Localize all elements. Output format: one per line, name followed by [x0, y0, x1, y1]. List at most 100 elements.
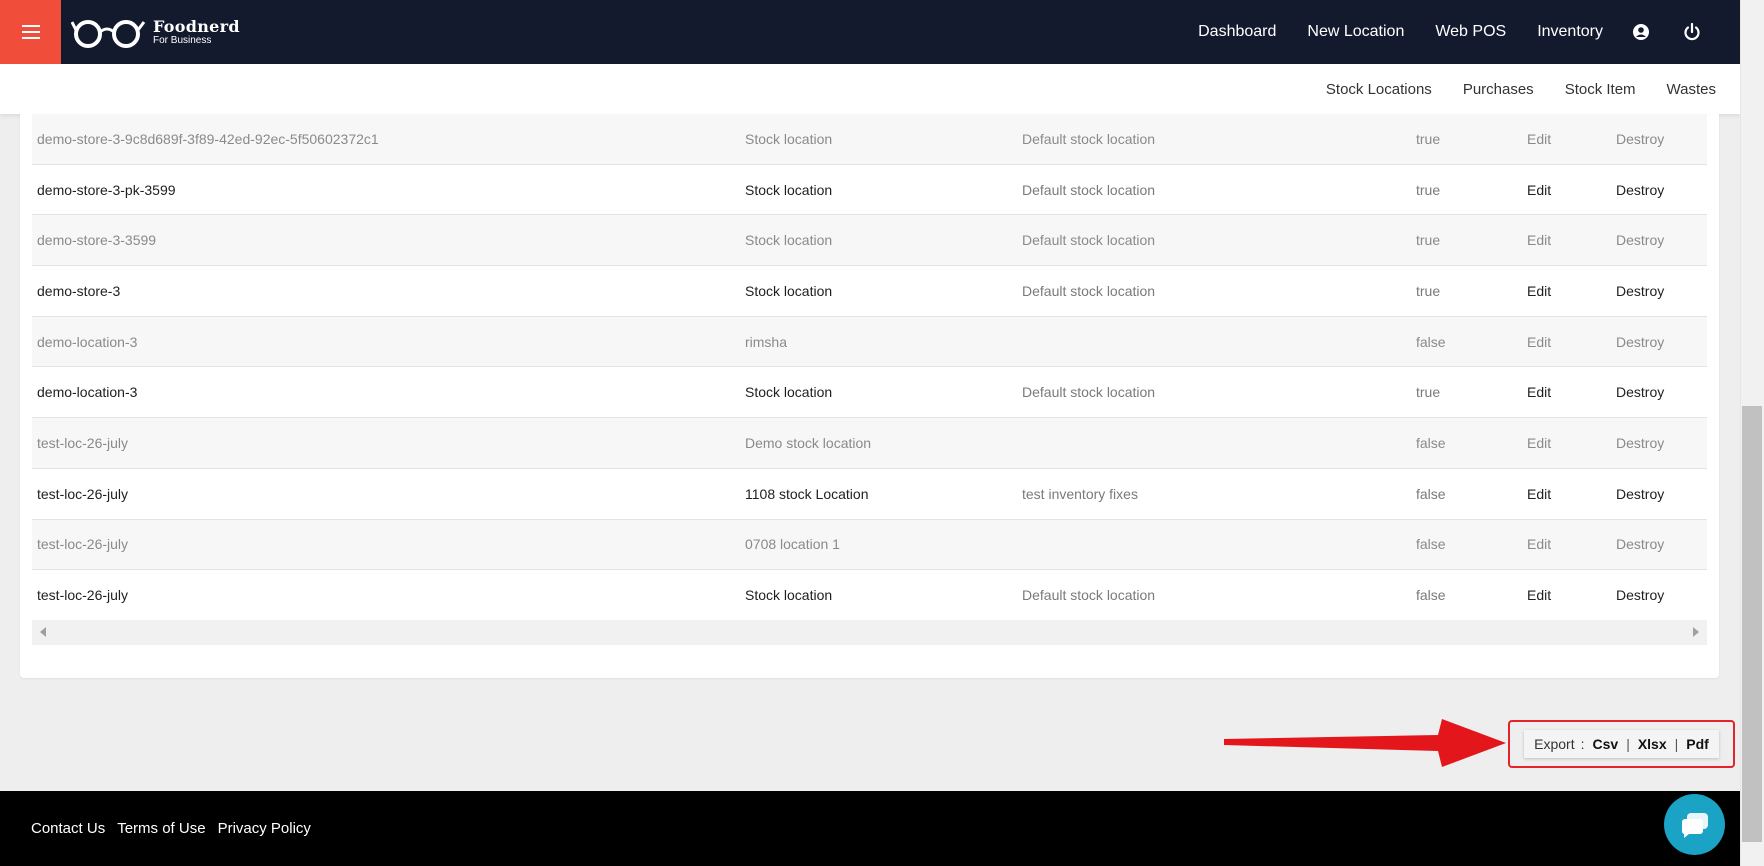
cell-location: demo-store-3-9c8d689f-3f89-42ed-92ec-5f5…: [37, 130, 379, 147]
subnav-purchases[interactable]: Purchases: [1463, 81, 1534, 98]
cell-location: demo-store-3-pk-3599: [37, 181, 176, 198]
nav-dashboard[interactable]: Dashboard: [1198, 23, 1276, 41]
destroy-link[interactable]: Destroy: [1616, 232, 1664, 248]
export-separator: |: [1626, 736, 1630, 752]
cell-active: false: [1416, 587, 1446, 604]
table-row: test-loc-26-july 1108 stock Location test …: [32, 468, 1707, 520]
edit-link[interactable]: Edit: [1527, 232, 1551, 248]
chat-button[interactable]: [1664, 794, 1725, 855]
destroy-link[interactable]: Destroy: [1616, 536, 1664, 552]
footer-contact-us[interactable]: Contact Us: [31, 820, 105, 837]
export-label: Export: [1534, 736, 1575, 752]
user-circle-icon: [1633, 24, 1649, 40]
destroy-link[interactable]: Destroy: [1616, 384, 1664, 400]
subnav-stock-locations[interactable]: Stock Locations: [1326, 81, 1432, 98]
brand-logo[interactable]: Foodnerd For Business: [71, 0, 240, 64]
footer-terms-of-use[interactable]: Terms of Use: [117, 820, 205, 837]
edit-link[interactable]: Edit: [1527, 486, 1551, 502]
horizontal-scrollbar[interactable]: [32, 620, 1707, 645]
glasses-logo-icon: [71, 20, 146, 48]
cell-description: Default stock location: [1022, 181, 1156, 198]
nav-web-pos[interactable]: Web POS: [1435, 23, 1506, 41]
footer-privacy-policy[interactable]: Privacy Policy: [218, 820, 311, 837]
export-colon: :: [1580, 736, 1585, 752]
export-pdf-link[interactable]: Pdf: [1686, 736, 1709, 752]
edit-link[interactable]: Edit: [1527, 283, 1551, 299]
table-row: demo-store-3-3599 Stock location Default s…: [32, 215, 1707, 267]
subnav-stock-item[interactable]: Stock Item: [1565, 81, 1636, 98]
menu-icon: [21, 25, 40, 39]
destroy-link[interactable]: Destroy: [1616, 334, 1664, 350]
cell-location: demo-location-3: [37, 384, 138, 401]
cell-location: demo-store-3-3599: [37, 232, 157, 249]
cell-active: true: [1416, 181, 1441, 198]
destroy-link[interactable]: Destroy: [1616, 435, 1664, 451]
subnav-wastes[interactable]: Wastes: [1667, 81, 1716, 98]
cell-location: test-loc-26-july: [37, 485, 129, 502]
nav-inventory[interactable]: Inventory: [1537, 23, 1603, 41]
brand-subtitle: For Business: [153, 34, 212, 46]
cell-name: Stock location: [745, 181, 833, 198]
red-arrow-icon: [1224, 719, 1506, 767]
export-highlight: Export : Csv | Xlsx | Pdf: [1508, 720, 1735, 768]
table-row: demo-location-3 rimsha false Edit Destroy: [32, 316, 1707, 368]
table-row: demo-store-3 Stock location Default stock …: [32, 266, 1707, 317]
cell-name: 0708 location 1: [745, 536, 840, 553]
cell-active: true: [1416, 232, 1441, 249]
cell-description: test inventory fixes: [1022, 485, 1138, 502]
cell-location: demo-location-3: [37, 333, 138, 350]
export-csv-link[interactable]: Csv: [1593, 736, 1619, 752]
account-button[interactable]: [1633, 24, 1649, 40]
table-row: test-loc-26-july Demo stock location false…: [32, 418, 1707, 469]
cell-description: Default stock location: [1022, 587, 1156, 604]
export-controls: Export : Csv | Xlsx | Pdf: [1524, 730, 1719, 758]
logout-button[interactable]: [1683, 23, 1701, 41]
edit-link[interactable]: Edit: [1527, 334, 1551, 350]
top-navbar: Foodnerd For Business Dashboard New Loca…: [0, 0, 1740, 64]
cell-active: true: [1416, 282, 1441, 299]
cell-description: Default stock location: [1022, 282, 1156, 299]
cell-active: false: [1416, 434, 1446, 451]
top-nav: Dashboard New Location Web POS Inventory: [1167, 0, 1740, 64]
edit-link[interactable]: Edit: [1527, 384, 1551, 400]
destroy-link[interactable]: Destroy: [1616, 587, 1664, 603]
cell-name: rimsha: [745, 333, 788, 350]
cell-description: Default stock location: [1022, 130, 1156, 147]
sub-navbar: Stock Locations Purchases Stock Item Was…: [0, 64, 1740, 114]
cell-location: test-loc-26-july: [37, 587, 129, 604]
edit-link[interactable]: Edit: [1527, 182, 1551, 198]
table-row: demo-store-3-pk-3599 Stock location Defaul…: [32, 164, 1707, 216]
cell-name: Stock location: [745, 282, 833, 299]
destroy-link[interactable]: Destroy: [1616, 283, 1664, 299]
edit-link[interactable]: Edit: [1527, 536, 1551, 552]
edit-link[interactable]: Edit: [1527, 587, 1551, 603]
cell-active: true: [1416, 384, 1441, 401]
destroy-link[interactable]: Destroy: [1616, 486, 1664, 502]
cell-name: Stock location: [745, 587, 833, 604]
edit-link[interactable]: Edit: [1527, 435, 1551, 451]
table-row: demo-store-3-9c8d689f-3f89-42ed-92ec-5f5…: [32, 114, 1707, 165]
chat-bubble-icon: [1681, 812, 1708, 838]
nav-new-location[interactable]: New Location: [1307, 23, 1404, 41]
cell-active: true: [1416, 130, 1441, 147]
stock-locations-table: demo-store-3-9c8d689f-3f89-42ed-92ec-5f5…: [32, 114, 1707, 621]
power-icon: [1684, 23, 1700, 41]
cell-description: Default stock location: [1022, 384, 1156, 401]
page-scrollbar-thumb[interactable]: [1742, 406, 1762, 842]
brand-name: Foodnerd: [153, 16, 240, 36]
destroy-link[interactable]: Destroy: [1616, 131, 1664, 147]
cell-location: demo-store-3: [37, 282, 121, 299]
menu-button[interactable]: [0, 0, 61, 64]
cell-active: false: [1416, 485, 1446, 502]
brand-text: Foodnerd For Business: [153, 16, 240, 46]
edit-link[interactable]: Edit: [1527, 131, 1551, 147]
scroll-right-arrow-icon[interactable]: [1693, 627, 1699, 637]
cell-name: Demo stock location: [745, 434, 872, 451]
scroll-left-arrow-icon[interactable]: [40, 627, 46, 637]
destroy-link[interactable]: Destroy: [1616, 182, 1664, 198]
cell-description: Default stock location: [1022, 232, 1156, 249]
export-xlsx-link[interactable]: Xlsx: [1638, 736, 1667, 752]
table-row: test-loc-26-july 0708 location 1 false Edit…: [32, 519, 1707, 571]
table-row: test-loc-26-july Stock location Default st…: [32, 570, 1707, 621]
cell-location: test-loc-26-july: [37, 434, 129, 451]
